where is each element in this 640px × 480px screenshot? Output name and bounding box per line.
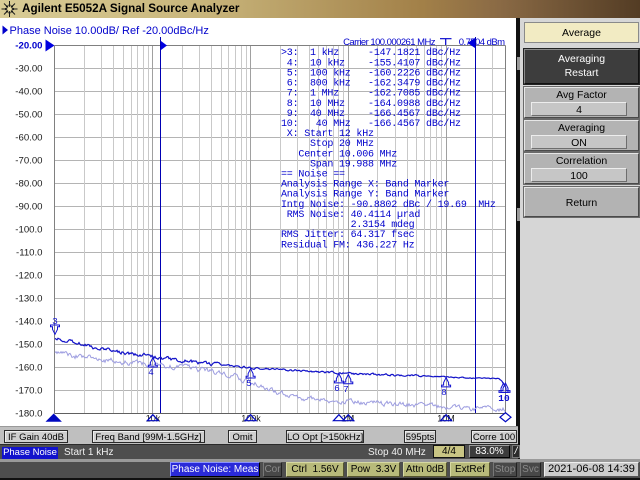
svg-text:-60.00: -60.00 <box>15 133 42 144</box>
svg-text:-30.00: -30.00 <box>15 64 42 75</box>
svg-text:-50.00: -50.00 <box>15 110 42 121</box>
svg-text:6: 6 <box>334 383 340 394</box>
svg-text:-90.00: -90.00 <box>15 202 42 213</box>
svg-text:-160.0: -160.0 <box>15 362 42 373</box>
svg-text:-110.0: -110.0 <box>16 248 43 259</box>
svg-text:Residual FM: 436.227 Hz: Residual FM: 436.227 Hz <box>281 239 415 251</box>
svg-text:-170.0: -170.0 <box>15 385 42 396</box>
svg-text:-40.00: -40.00 <box>15 87 42 98</box>
svg-text:8: 8 <box>441 387 447 398</box>
svg-text:7: 7 <box>343 384 349 395</box>
svg-text:10: 10 <box>498 393 510 404</box>
svg-text:Intg Noise: -90.8802 dBc / 19.: Intg Noise: -90.8802 dBc / 19.69 MHz <box>281 199 496 211</box>
svg-text:-100.0: -100.0 <box>15 225 42 236</box>
svg-text:-20.00: -20.00 <box>15 41 42 52</box>
svg-text:-80.00: -80.00 <box>15 179 42 190</box>
svg-text:5: 5 <box>246 378 252 389</box>
svg-text:-70.00: -70.00 <box>15 156 42 167</box>
svg-text:Carrier 100.000261 MHz: Carrier 100.000261 MHz <box>343 37 436 48</box>
svg-text:Phase Noise 10.00dB/ Ref -20.0: Phase Noise 10.00dB/ Ref -20.00dBc/Hz <box>10 25 209 37</box>
svg-text:3: 3 <box>52 316 58 327</box>
svg-text:7: 1 MHz -162.7085 dBc/Hz: 7: 1 MHz -162.7085 dBc/Hz <box>281 88 461 100</box>
svg-text:4: 4 <box>148 367 154 378</box>
svg-text:-120.0: -120.0 <box>15 271 42 282</box>
svg-text:0.7504 dBm: 0.7504 dBm <box>459 37 505 48</box>
svg-text:-130.0: -130.0 <box>15 294 42 305</box>
svg-text:-140.0: -140.0 <box>15 316 42 327</box>
svg-text:-180.0: -180.0 <box>15 408 42 419</box>
svg-text:-150.0: -150.0 <box>15 339 42 350</box>
